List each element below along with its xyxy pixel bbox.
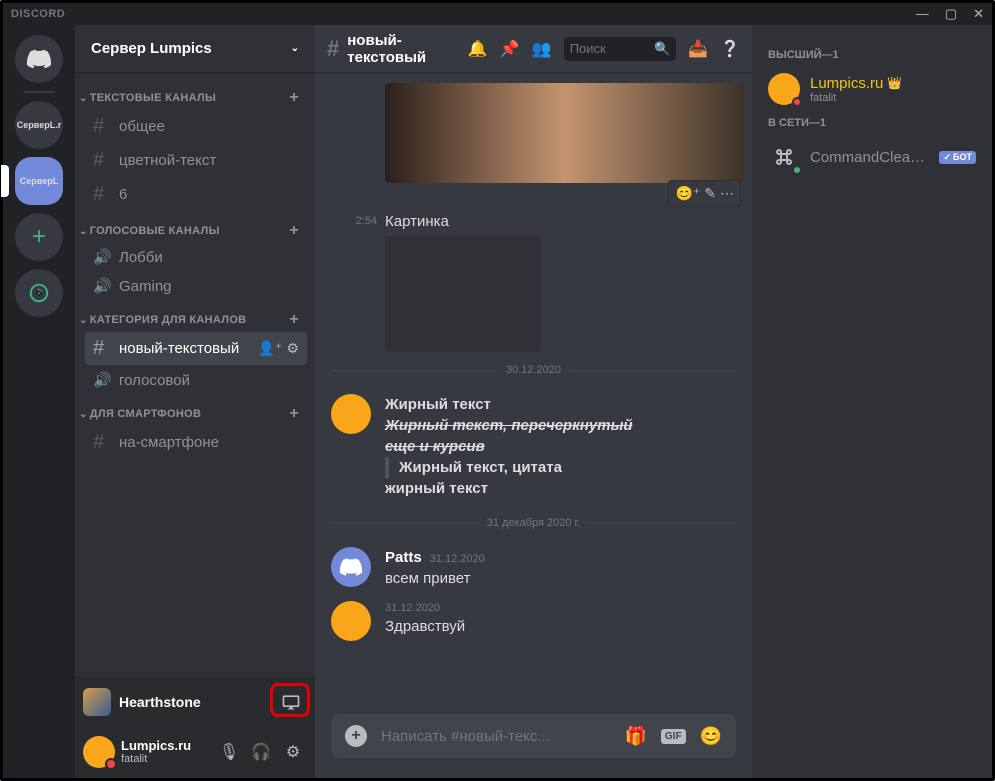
date-divider: 31 декабря 2020 г.	[331, 517, 736, 529]
member-item[interactable]: Lumpics.ru 👑 fatalit	[760, 69, 984, 109]
add-channel-button[interactable]: +	[289, 222, 299, 240]
window-title-bar: DISCORD — ▢ ✕	[3, 3, 992, 25]
category-text[interactable]: ⌄ ТЕКСТОВЫЕ КАНАЛЫ +	[77, 79, 307, 109]
message: 31.12.2020 Здравствуй	[331, 595, 736, 647]
message-time: 31.12.2020	[385, 601, 440, 616]
avatar[interactable]	[331, 601, 371, 641]
settings-button[interactable]: ⚙	[279, 742, 307, 762]
add-channel-button[interactable]: +	[289, 89, 299, 107]
minimize-button[interactable]: —	[916, 6, 929, 22]
server-item-2[interactable]: СерверL	[15, 157, 63, 205]
activity-panel: Hearthstone	[75, 677, 315, 726]
image-placeholder[interactable]	[385, 236, 541, 352]
add-channel-button[interactable]: +	[289, 405, 299, 423]
chat-area: # новый-текстовый 🔔 📌 👥 🔍 📥 ❔ 😊⁺	[315, 25, 752, 778]
message: Patts 31.12.2020 всем привет	[331, 541, 736, 595]
deafen-button[interactable]: 🎧	[247, 742, 275, 762]
message-author: Patts	[385, 547, 422, 568]
crown-icon: 👑	[887, 76, 902, 90]
server-list: СерверL.r СерверL +	[3, 25, 75, 778]
gif-button[interactable]: GIF	[661, 729, 686, 744]
invite-icon[interactable]: 👤⁺	[258, 340, 283, 357]
username: Lumpics.ru	[121, 739, 209, 753]
attach-button[interactable]: +	[345, 725, 367, 747]
mute-button[interactable]: 🎙	[215, 742, 243, 762]
message-text: Здравствуй	[385, 616, 736, 637]
role-heading: В СЕТИ—1	[760, 109, 984, 137]
user-status: fatalit	[121, 753, 209, 765]
server-separator	[23, 91, 55, 93]
pinned-icon[interactable]: 📌	[500, 39, 520, 59]
app-title: DISCORD	[11, 8, 65, 20]
date-divider: 30.12.2020	[331, 364, 736, 376]
close-button[interactable]: ✕	[973, 6, 984, 22]
server-item-1[interactable]: СерверL.r	[15, 101, 63, 149]
member-item[interactable]: CommandClean... ✓ БОТ	[760, 137, 984, 177]
home-button[interactable]	[15, 35, 63, 83]
chat-header: # новый-текстовый 🔔 📌 👥 🔍 📥 ❔	[315, 25, 752, 73]
channel-general[interactable]: #общее	[85, 110, 307, 143]
category-voice[interactable]: ⌄ ГОЛОСОВЫЕ КАНАЛЫ +	[77, 212, 307, 242]
message-time: 31.12.2020	[430, 552, 485, 567]
avatar[interactable]	[331, 394, 371, 434]
channel-color-text[interactable]: #цветной-текст	[85, 144, 307, 177]
user-panel: Lumpics.ru fatalit 🎙 🎧 ⚙	[75, 726, 315, 778]
explore-button[interactable]	[15, 269, 63, 317]
screen-share-button[interactable]	[275, 686, 307, 718]
message-text: Картинка	[385, 213, 541, 230]
channel-on-phone[interactable]: #на-смартфоне	[85, 426, 307, 459]
message-time: 2:54	[331, 213, 377, 227]
category-custom[interactable]: ⌄ КАТЕГОРИЯ ДЛЯ КАНАЛОВ +	[77, 301, 307, 331]
edit-icon[interactable]: ✎	[704, 185, 716, 202]
message-text: всем привет	[385, 568, 736, 589]
emoji-button[interactable]: 😊	[700, 726, 722, 747]
avatar	[768, 73, 800, 105]
inbox-icon[interactable]: 📥	[688, 39, 708, 59]
channel-voice-custom[interactable]: 🔊голосовой	[85, 366, 307, 394]
chevron-down-icon: ⌄	[291, 43, 299, 54]
search-box[interactable]: 🔍	[564, 37, 676, 61]
message-input[interactable]	[381, 728, 610, 745]
add-channel-button[interactable]: +	[289, 311, 299, 329]
message-list: 😊⁺ ✎ ⋯ 2:54 Картинка 30.12.2020	[315, 73, 752, 714]
server-header[interactable]: Сервер Lumpics ⌄	[75, 25, 315, 73]
message: Жирный текст Жирный текст, перечеркнутый…	[331, 388, 736, 505]
gear-icon[interactable]: ⚙	[286, 340, 299, 357]
server-name: Сервер Lumpics	[91, 40, 212, 57]
channel-new-text[interactable]: # новый-текстовый 👤⁺ ⚙	[85, 332, 307, 365]
react-icon[interactable]: 😊⁺	[675, 185, 700, 202]
hash-icon: #	[327, 36, 339, 62]
channel-lobby[interactable]: 🔊Лобби	[85, 243, 307, 271]
role-heading: ВЫСШИЙ—1	[760, 41, 984, 69]
channel-gaming[interactable]: 🔊Gaming	[85, 272, 307, 300]
user-avatar[interactable]	[83, 736, 115, 768]
members-toggle-icon[interactable]: 👥	[532, 39, 552, 59]
channel-6[interactable]: #6	[85, 178, 307, 211]
maximize-button[interactable]: ▢	[945, 6, 957, 22]
members-list: ВЫСШИЙ—1 Lumpics.ru 👑 fatalit В СЕТИ—1 C…	[752, 25, 992, 778]
channel-title: новый-текстовый	[347, 32, 444, 66]
notifications-icon[interactable]: 🔔	[468, 39, 488, 59]
avatar	[768, 141, 800, 173]
search-input[interactable]	[570, 41, 650, 56]
category-phones[interactable]: ⌄ ДЛЯ СМАРТФОНОВ +	[77, 395, 307, 425]
search-icon: 🔍	[654, 41, 670, 57]
channel-sidebar: Сервер Lumpics ⌄ ⌄ ТЕКСТОВЫЕ КАНАЛЫ + #о…	[75, 25, 315, 778]
bot-badge: ✓ БОТ	[939, 151, 976, 164]
image-attachment[interactable]: 😊⁺ ✎ ⋯	[385, 83, 745, 183]
game-icon	[83, 688, 111, 716]
help-icon[interactable]: ❔	[720, 39, 740, 59]
message-input-box: + 🎁 GIF 😊	[331, 714, 736, 758]
gift-button[interactable]: 🎁	[624, 726, 646, 747]
more-icon[interactable]: ⋯	[720, 185, 734, 202]
avatar[interactable]	[331, 547, 371, 587]
activity-name: Hearthstone	[119, 694, 267, 710]
add-server-button[interactable]: +	[15, 213, 63, 261]
